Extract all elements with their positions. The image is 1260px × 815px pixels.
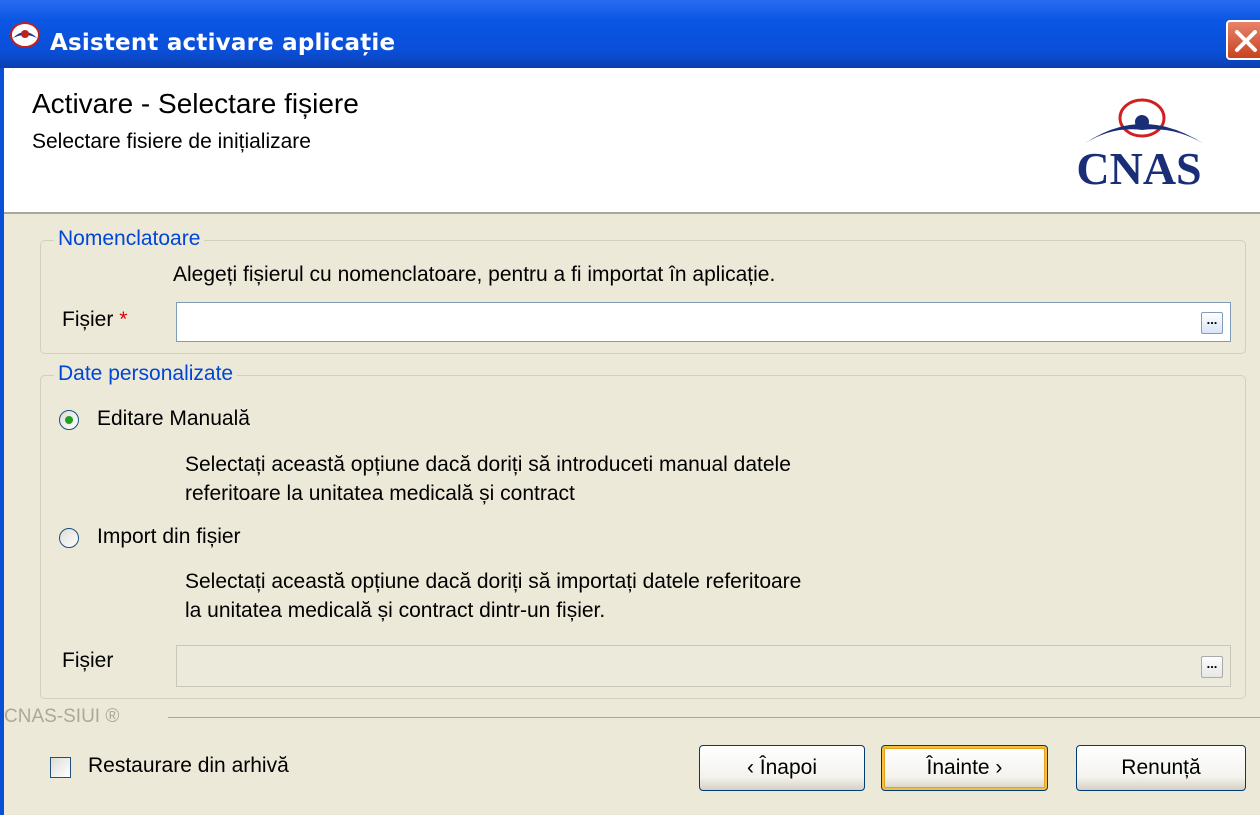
nomenclatoare-legend: Nomenclatoare — [54, 227, 205, 251]
title-bar[interactable]: Asistent activare aplicație — [0, 0, 1260, 68]
restaurare-checkbox[interactable] — [50, 757, 71, 778]
import-file-input[interactable] — [176, 645, 1231, 687]
nomenclatoare-description: Alegeți fișierul cu nomenclatoare, pentr… — [173, 263, 776, 286]
page-subtitle: Selectare fisiere de inițializare — [32, 130, 311, 153]
nomenclatoare-file-label: Fișier * — [62, 308, 128, 331]
logo-text: CNAS — [1076, 143, 1201, 194]
cnas-app-icon — [10, 22, 40, 48]
next-button[interactable]: Înainte › — [881, 745, 1048, 791]
wizard-window: Asistent activare aplicație Activare - S… — [0, 0, 1260, 815]
close-button[interactable] — [1226, 20, 1260, 60]
editare-manuala-label[interactable]: Editare Manuală — [97, 407, 250, 431]
import-browse-button[interactable]: ... — [1201, 656, 1223, 678]
cancel-button[interactable]: Renunță — [1076, 745, 1246, 791]
cnas-logo: CNAS — [1054, 96, 1224, 196]
editare-manuala-description: Selectați această opțiune dacă doriți să… — [185, 453, 791, 505]
import-din-fisier-description: Selectați această opțiune dacă doriți să… — [185, 570, 802, 622]
restaurare-label[interactable]: Restaurare din arhivă — [88, 754, 289, 778]
import-din-fisier-radio[interactable] — [59, 528, 79, 548]
wizard-header: Activare - Selectare fișiere Selectare f… — [4, 68, 1260, 214]
page-title: Activare - Selectare fișiere — [32, 88, 359, 119]
required-marker: * — [119, 308, 128, 331]
import-file-label: Fișier — [62, 649, 114, 672]
date-personalizate-legend: Date personalizate — [54, 362, 238, 386]
editare-manuala-radio[interactable] — [59, 410, 79, 430]
nomenclatoare-file-input[interactable] — [176, 302, 1231, 342]
radio-selected-dot — [65, 416, 73, 424]
back-button[interactable]: ‹ Înapoi — [699, 745, 865, 791]
window-title: Asistent activare aplicație — [50, 30, 396, 56]
nomenclatoare-browse-button[interactable]: ... — [1201, 312, 1223, 334]
footer-divider — [168, 717, 1260, 718]
import-din-fisier-label[interactable]: Import din fișier — [97, 525, 241, 549]
copyright-label: CNAS-SIUI ® — [4, 706, 120, 727]
